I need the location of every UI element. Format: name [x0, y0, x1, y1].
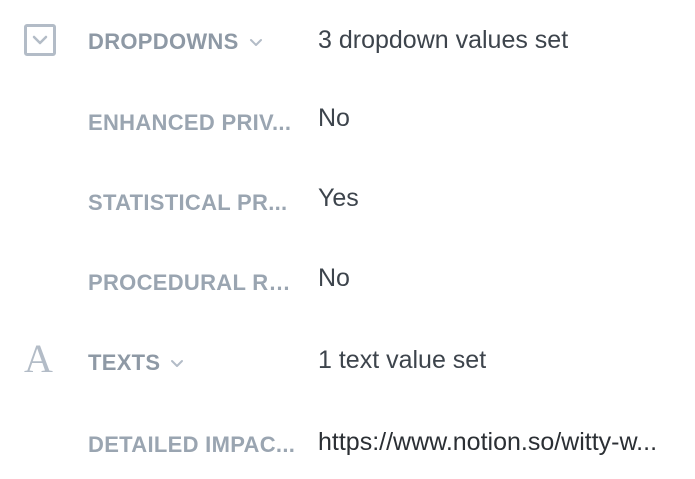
texts-summary: 1 text value set	[318, 346, 487, 374]
field-value-procedural[interactable]: No	[318, 264, 350, 293]
field-value-statistical[interactable]: Yes	[318, 184, 359, 213]
dropdowns-group-label: DROPDOWNS	[88, 29, 239, 54]
field-label-statistical: STATISTICAL PR...	[88, 190, 288, 215]
dropdowns-group-toggle[interactable]: DROPDOWNS	[88, 29, 263, 55]
field-label-procedural: PROCEDURAL RE...	[88, 270, 298, 295]
field-value-enhanced-privacy[interactable]: No	[318, 104, 350, 133]
dropdowns-summary: 3 dropdown values set	[318, 26, 569, 54]
dropdown-box-icon	[24, 24, 56, 56]
texts-group-toggle[interactable]: TEXTS	[88, 350, 184, 376]
texts-group-label: TEXTS	[88, 350, 161, 375]
field-label-enhanced-privacy: ENHANCED PRIV...	[88, 110, 292, 135]
field-label-detailed-impact: DETAILED IMPAC...	[88, 432, 296, 457]
chevron-down-icon	[249, 29, 263, 54]
chevron-down-icon	[170, 350, 184, 375]
text-a-icon: A	[24, 336, 53, 381]
field-value-detailed-impact[interactable]: https://www.notion.so/witty-w...	[318, 428, 657, 457]
